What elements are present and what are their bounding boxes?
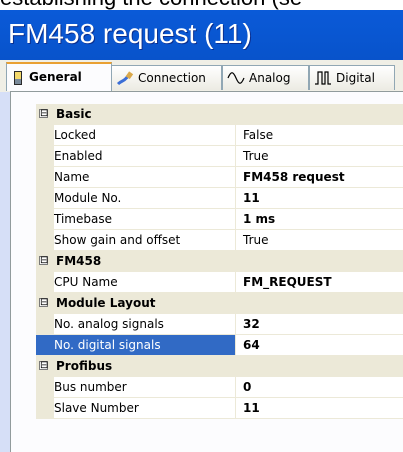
property-name: Name — [36, 167, 236, 187]
property-row-bus-number[interactable]: Bus number 0 — [36, 377, 403, 398]
property-value[interactable]: 1 ms — [237, 209, 403, 229]
background-caption-text: establishing the connection (se — [0, 0, 403, 10]
tab-strip: General Connection Analog Digital — [0, 60, 403, 92]
property-value[interactable]: 11 — [237, 398, 403, 418]
property-name: No. digital signals — [36, 335, 236, 355]
property-grid: ⊟ Basic Locked False Enabled True Name F… — [36, 104, 403, 419]
property-value[interactable]: 11 — [237, 188, 403, 208]
property-name: No. analog signals — [36, 314, 236, 334]
collapse-icon[interactable]: ⊟ — [39, 256, 48, 266]
tab-general[interactable]: General — [6, 62, 112, 91]
sine-wave-icon — [227, 72, 245, 84]
property-row-locked[interactable]: Locked False — [36, 125, 403, 146]
property-row-name[interactable]: Name FM458 request — [36, 167, 403, 188]
property-name: Timebase — [36, 209, 236, 229]
tab-connection[interactable]: Connection — [111, 65, 222, 90]
property-name: Enabled — [36, 146, 236, 166]
property-row-slave-number[interactable]: Slave Number 11 — [36, 398, 403, 419]
property-name: Slave Number — [36, 398, 236, 418]
property-row-digital-signals[interactable]: No. digital signals 64 — [36, 335, 403, 356]
property-row-cpu-name[interactable]: CPU Name FM_REQUEST — [36, 272, 403, 293]
property-name: CPU Name — [36, 272, 236, 292]
tab-label: Digital — [336, 70, 375, 85]
property-name: Bus number — [36, 377, 236, 397]
cable-icon — [116, 71, 134, 86]
tab-label: Connection — [138, 70, 206, 85]
property-row-show-gain-offset[interactable]: Show gain and offset True — [36, 230, 403, 251]
category-fm458[interactable]: ⊟ FM458 — [36, 251, 403, 272]
document-icon — [14, 70, 22, 85]
collapse-icon[interactable]: ⊟ — [39, 361, 48, 371]
property-value[interactable]: False — [237, 125, 403, 145]
tab-label: General — [29, 70, 82, 84]
property-row-module-no[interactable]: Module No. 11 — [36, 188, 403, 209]
collapse-icon[interactable]: ⊟ — [39, 109, 48, 119]
category-label: ⊟ Profibus — [39, 359, 113, 373]
tab-panel-general: ⊟ Basic Locked False Enabled True Name F… — [10, 91, 403, 452]
pulse-wave-icon — [315, 71, 331, 85]
category-basic[interactable]: ⊟ Basic — [36, 104, 403, 125]
property-value[interactable]: True — [237, 146, 403, 166]
property-value[interactable]: FM_REQUEST — [237, 272, 403, 292]
tab-label: Analog — [249, 70, 291, 85]
property-row-analog-signals[interactable]: No. analog signals 32 — [36, 314, 403, 335]
property-row-enabled[interactable]: Enabled True — [36, 146, 403, 167]
property-name: Show gain and offset — [36, 230, 236, 250]
category-label: ⊟ Basic — [39, 107, 92, 121]
property-value[interactable]: 32 — [237, 314, 403, 334]
collapse-icon[interactable]: ⊟ — [39, 298, 48, 308]
property-value[interactable]: FM458 request — [237, 167, 403, 187]
tab-digital[interactable]: Digital — [309, 65, 395, 90]
property-name: Locked — [36, 125, 236, 145]
category-label: ⊟ FM458 — [39, 254, 102, 268]
category-module-layout[interactable]: ⊟ Module Layout — [36, 293, 403, 314]
property-value[interactable]: 0 — [237, 377, 403, 397]
tab-analog[interactable]: Analog — [222, 65, 309, 90]
category-profibus[interactable]: ⊟ Profibus — [36, 356, 403, 377]
properties-window: FM458 request (11) General Connection An… — [0, 10, 403, 452]
property-row-timebase[interactable]: Timebase 1 ms — [36, 209, 403, 230]
property-value[interactable]: 64 — [237, 335, 403, 355]
category-label: ⊟ Module Layout — [39, 296, 156, 310]
property-name: Module No. — [36, 188, 236, 208]
property-value[interactable]: True — [237, 230, 403, 250]
window-title: FM458 request (11) — [8, 18, 252, 49]
